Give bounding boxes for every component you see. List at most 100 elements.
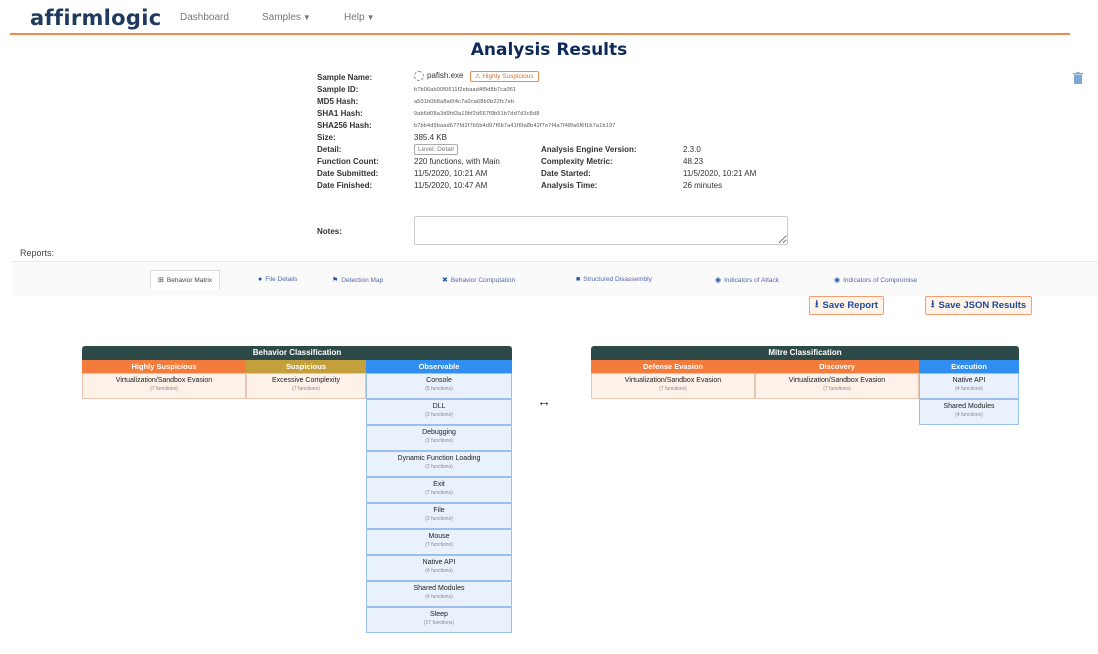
cell-name: Native API [422, 559, 456, 566]
mitre-cell[interactable]: Virtualization/Sandbox Evasion (7 functio… [755, 373, 919, 399]
download-icon: ⭳ [931, 299, 935, 310]
behavior-cell[interactable]: Console (5 functions) [366, 373, 512, 399]
notes-field[interactable] [414, 216, 788, 245]
sample-name-label: Sample Name: [317, 73, 373, 82]
tab-behavior-computation[interactable]: ✖ Behavior Computation [442, 276, 515, 284]
cell-count: (4 functions) [955, 412, 983, 418]
cell-count: (4 functions) [425, 594, 453, 600]
highly-suspicious-header: Highly Suspicious [82, 360, 246, 373]
disassembly-icon: ■ [576, 276, 581, 283]
nav-divider [10, 33, 1070, 35]
cell-name: DLL [432, 403, 446, 410]
tab-label: Structured Disassembly [583, 276, 652, 283]
behavior-cell[interactable]: File (2 functions) [366, 503, 512, 529]
discovery-column: Discovery Virtualization/Sandbox Evasion… [755, 360, 919, 399]
reports-panel: ⊞ Behavior Matrix ● File Details ⚑ Detectio… [12, 261, 1098, 654]
cell-name: Shared Modules [943, 403, 995, 410]
status-badge: ⚠ Highly Suspicious [469, 71, 539, 82]
behavior-cell[interactable]: Debugging (2 functions) [366, 425, 512, 451]
sha1-label: SHA1 Hash: [317, 109, 363, 118]
cell-count: (4 functions) [425, 568, 453, 574]
detail-level-button[interactable]: Level: Detail [414, 144, 458, 155]
notes-label: Notes: [317, 227, 342, 236]
cell-name: Shared Modules [413, 585, 465, 592]
function-count-value: 220 functions, with Main [414, 157, 500, 166]
cell-count: (7 functions) [292, 386, 320, 392]
function-count-label: Function Count: [317, 157, 379, 166]
logo[interactable]: affirmlogic [30, 6, 161, 30]
md5-value: a501b0b8a8a6f4c7a0ca68b0b22fc7eb [414, 99, 515, 105]
file-icon [414, 70, 424, 81]
nav-samples-label: Samples [262, 12, 301, 23]
mitre-cell[interactable]: Virtualization/Sandbox Evasion (7 functio… [591, 373, 755, 399]
info-icon: ● [258, 276, 263, 283]
tab-file-details[interactable]: ● File Details [258, 276, 297, 283]
behavior-cell[interactable]: Mouse (7 functions) [366, 529, 512, 555]
behavior-cell[interactable]: Virtualization/Sandbox Evasion (7 functi… [82, 373, 246, 399]
nav-samples[interactable]: Samples ▼ [262, 12, 311, 23]
mitre-cell[interactable]: Native API (4 functions) [919, 373, 1019, 399]
cell-count: (7 functions) [425, 542, 453, 548]
observable-header: Observable [366, 360, 512, 373]
save-json-label: Save JSON Results [938, 300, 1027, 311]
tab-label: Behavior Computation [450, 277, 516, 284]
behavior-classification-table: Behavior Classification Highly Suspiciou… [82, 346, 512, 633]
save-report-button[interactable]: ⭳ Save Report [809, 296, 884, 315]
report-tabs: ⊞ Behavior Matrix ● File Details ⚑ Detectio… [12, 262, 1098, 296]
cell-count: (7 functions) [425, 490, 453, 496]
page-title: Analysis Results [470, 40, 628, 60]
save-json-button[interactable]: ⭳ Save JSON Results [925, 296, 1033, 315]
nav-help[interactable]: Help ▼ [344, 12, 375, 23]
tab-indicators-of-attack[interactable]: ◉ Indicators of Attack [715, 276, 779, 284]
behavior-cell[interactable]: Native API (4 functions) [366, 555, 512, 581]
reports-label: Reports: [20, 248, 55, 258]
cell-count: (2 functions) [425, 412, 453, 418]
complexity-label: Complexity Metric: [541, 157, 613, 166]
suspicious-header: Suspicious [246, 360, 366, 373]
behavior-cell[interactable]: Excessive Complexity (7 functions) [246, 373, 366, 399]
execution-column: Execution Native API (4 functions) Shared… [919, 360, 1019, 425]
map-icon: ⚑ [332, 277, 339, 284]
cell-name: Virtualization/Sandbox Evasion [115, 377, 213, 384]
size-value: 385.4 KB [414, 133, 447, 142]
tab-indicators-of-compromise[interactable]: ◉ Indicators of Compromise [834, 276, 917, 284]
date-submitted-label: Date Submitted: [317, 169, 379, 178]
detail-label: Detail: [317, 145, 342, 154]
eye-icon: ◉ [715, 277, 722, 284]
behavior-cell[interactable]: Dynamic Function Loading (2 functions) [366, 451, 512, 477]
nav-help-label: Help [344, 12, 365, 23]
discovery-header: Discovery [755, 360, 919, 373]
cell-count: (17 functions) [423, 620, 455, 626]
trash-icon[interactable] [1073, 72, 1083, 84]
behavior-cell[interactable]: DLL (2 functions) [366, 399, 512, 425]
cell-name: Debugging [422, 429, 456, 436]
sample-id-label: Sample ID: [317, 85, 359, 94]
sample-name-value: pafish.exe ⚠ Highly Suspicious [414, 70, 539, 82]
sample-id-value: b7b06ab00f0611f2ebaad4f9d8b7ca061 [414, 87, 517, 93]
cell-name: Virtualization/Sandbox Evasion [788, 377, 886, 384]
highly-suspicious-column: Highly Suspicious Virtualization/Sandbox… [82, 360, 246, 399]
sha256-label: SHA256 Hash: [317, 121, 372, 130]
defense-evasion-column: Defense Evasion Virtualization/Sandbox E… [591, 360, 755, 399]
status-badge-label: Highly Suspicious [482, 73, 534, 80]
download-icon: ⭳ [815, 299, 819, 310]
tab-structured-disassembly[interactable]: ■ Structured Disassembly [576, 276, 652, 283]
nav-dashboard[interactable]: Dashboard [180, 12, 229, 23]
behavior-cell[interactable]: Shared Modules (4 functions) [366, 581, 512, 607]
tab-detection-map[interactable]: ⚑ Detection Map [332, 276, 383, 284]
cell-count: (7 functions) [659, 386, 687, 392]
tab-label: File Details [265, 276, 298, 283]
detail-value: Level: Detail [414, 143, 458, 155]
cell-name: Excessive Complexity [271, 377, 341, 384]
save-report-label: Save Report [822, 300, 878, 311]
behavior-cell[interactable]: Exit (7 functions) [366, 477, 512, 503]
cell-name: File [433, 507, 445, 514]
behavior-cell[interactable]: Sleep (17 functions) [366, 607, 512, 633]
sha1-value: 9ab6d08a3d9fd3a19bf2d667f9b51b7dd7d3c8d8 [414, 111, 540, 117]
tab-behavior-matrix[interactable]: ⊞ Behavior Matrix [150, 270, 221, 290]
mitre-cell[interactable]: Shared Modules (4 functions) [919, 399, 1019, 425]
tab-label: Behavior Matrix [166, 277, 213, 284]
cell-count: (4 functions) [955, 386, 983, 392]
left-right-arrow-icon: ↔ [537, 393, 551, 409]
cell-name: Mouse [428, 533, 450, 540]
